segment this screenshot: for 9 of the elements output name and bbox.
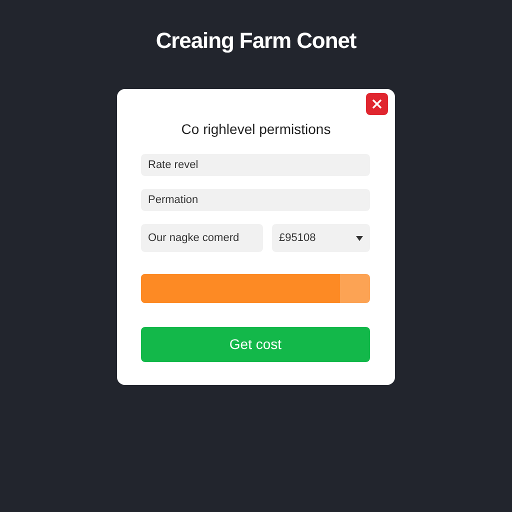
caret-icon: [356, 236, 363, 240]
dropdown[interactable]: £95108: [272, 224, 370, 252]
input-field[interactable]: Our nagke comerd: [141, 224, 263, 252]
dialog-title: Co righlevel permistions: [180, 120, 332, 139]
close-icon: [372, 99, 382, 109]
input-field[interactable]: Rate revel: [141, 154, 370, 176]
close-button[interactable]: [366, 93, 388, 115]
page-title: Creaing Farm Conet: [156, 27, 356, 55]
input-field[interactable]: Permation: [141, 189, 370, 211]
